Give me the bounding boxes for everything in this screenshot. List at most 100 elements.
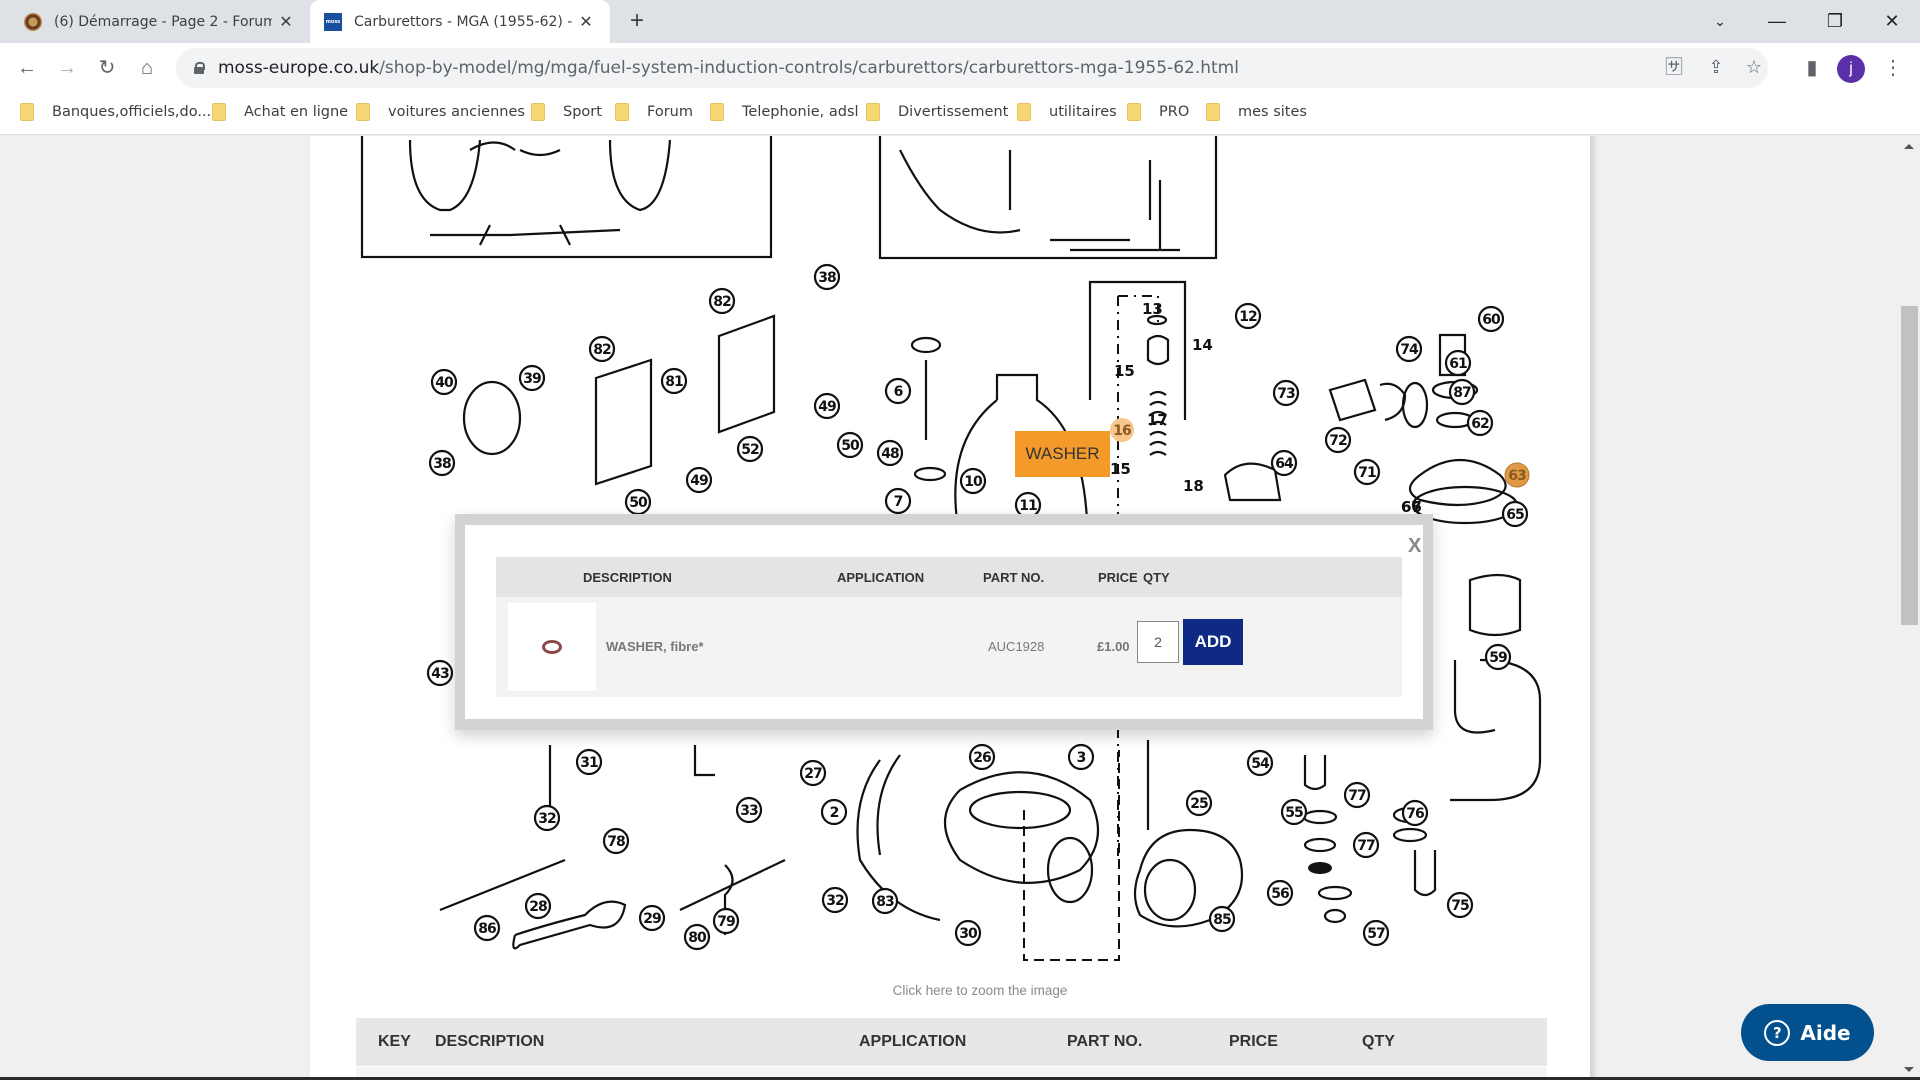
callout-83[interactable]: 83 <box>871 887 899 915</box>
callout-73[interactable]: 73 <box>1272 379 1300 407</box>
callout-32[interactable]: 32 <box>821 886 849 914</box>
callout-2[interactable]: 2 <box>820 798 848 826</box>
callout-number-14[interactable]: 14 <box>1192 336 1213 354</box>
callout-27[interactable]: 27 <box>799 759 827 787</box>
callout-43[interactable]: 43 <box>426 659 454 687</box>
scroll-down-arrow-icon[interactable] <box>1904 1067 1914 1072</box>
callout-59[interactable]: 59 <box>1484 643 1512 671</box>
callout-label: 57 <box>1367 926 1385 942</box>
callout-label: 81 <box>665 374 683 390</box>
callout-label: 56 <box>1271 886 1289 902</box>
callout-49[interactable]: 49 <box>685 466 713 494</box>
callout-10[interactable]: 10 <box>959 467 987 495</box>
column-part-no: PART NO. <box>983 570 1045 585</box>
callout-56[interactable]: 56 <box>1266 879 1294 907</box>
callout-64[interactable]: 64 <box>1270 449 1298 477</box>
add-to-cart-button[interactable]: ADD <box>1183 619 1243 665</box>
callout-6[interactable]: 6 <box>884 377 912 405</box>
callout-32[interactable]: 32 <box>533 804 561 832</box>
column-qty: QTY <box>1362 1033 1395 1050</box>
callout-29[interactable]: 29 <box>638 904 666 932</box>
callout-label: 77 <box>1348 788 1366 804</box>
callout-label: 38 <box>433 456 451 472</box>
callout-38[interactable]: 38 <box>813 263 841 291</box>
callout-label: 78 <box>607 834 625 850</box>
callout-30[interactable]: 30 <box>954 919 982 947</box>
callout-label: 73 <box>1277 386 1295 402</box>
callout-85[interactable]: 85 <box>1208 905 1236 933</box>
callout-label: 72 <box>1329 433 1347 449</box>
callout-60[interactable]: 60 <box>1477 305 1505 333</box>
callout-77[interactable]: 77 <box>1343 781 1371 809</box>
callout-40[interactable]: 40 <box>430 368 458 396</box>
zoom-image-link[interactable]: Click here to zoom the image <box>310 983 1650 998</box>
callout-label: 49 <box>690 473 708 489</box>
callout-72[interactable]: 72 <box>1324 426 1352 454</box>
callout-38[interactable]: 38 <box>428 449 456 477</box>
callout-82[interactable]: 82 <box>708 287 736 315</box>
callout-label: 28 <box>529 899 547 915</box>
column-key: KEY <box>378 1033 411 1050</box>
callout-71[interactable]: 71 <box>1353 458 1381 486</box>
callout-50[interactable]: 50 <box>836 431 864 459</box>
callout-82[interactable]: 82 <box>588 335 616 363</box>
callout-74[interactable]: 74 <box>1395 335 1423 363</box>
callout-26[interactable]: 26 <box>968 743 996 771</box>
washer-thumbnail[interactable] <box>508 603 596 691</box>
callout-label: 39 <box>523 371 541 387</box>
callout-52[interactable]: 52 <box>736 435 764 463</box>
callout-label: 49 <box>818 399 836 415</box>
callout-75[interactable]: 75 <box>1446 891 1474 919</box>
callout-49[interactable]: 49 <box>813 392 841 420</box>
callout-label: 11 <box>1019 498 1037 514</box>
callout-33[interactable]: 33 <box>735 796 763 824</box>
callout-25[interactable]: 25 <box>1185 789 1213 817</box>
callout-80[interactable]: 80 <box>683 923 711 951</box>
callout-55[interactable]: 55 <box>1280 798 1308 826</box>
callout-number-15[interactable]: 15 <box>1110 460 1131 478</box>
callout-86[interactable]: 86 <box>473 914 501 942</box>
help-button[interactable]: ? Aide <box>1741 1004 1874 1061</box>
callout-76[interactable]: 76 <box>1401 799 1429 827</box>
callout-number-17[interactable]: 17 <box>1147 411 1168 429</box>
callout-number-13[interactable]: 13 <box>1142 300 1163 318</box>
callout-57[interactable]: 57 <box>1362 919 1390 947</box>
callout-label: 33 <box>740 803 758 819</box>
callout-label: 50 <box>629 495 648 511</box>
callout-label: 52 <box>741 442 759 458</box>
callout-50[interactable]: 50 <box>624 488 652 516</box>
callout-79[interactable]: 79 <box>712 907 740 935</box>
question-circle-icon: ? <box>1764 1019 1791 1046</box>
close-popup-button[interactable]: X <box>1408 535 1421 558</box>
callout-87[interactable]: 87 <box>1448 378 1476 406</box>
callout-65[interactable]: 65 <box>1501 500 1529 528</box>
callout-78[interactable]: 78 <box>602 827 630 855</box>
callout-label: 74 <box>1400 342 1419 358</box>
callout-label: 7 <box>894 494 903 510</box>
callout-7[interactable]: 7 <box>884 487 912 515</box>
callout-label: 83 <box>876 894 894 910</box>
callout-31[interactable]: 31 <box>575 748 603 776</box>
quantity-input[interactable] <box>1137 621 1179 663</box>
callout-63[interactable]: 63 <box>1504 462 1530 488</box>
callout-number-18[interactable]: 18 <box>1183 477 1204 495</box>
callout-61[interactable]: 61 <box>1444 349 1472 377</box>
callout-77[interactable]: 77 <box>1352 831 1380 859</box>
callout-39[interactable]: 39 <box>518 364 546 392</box>
callout-81[interactable]: 81 <box>660 367 688 395</box>
callout-54[interactable]: 54 <box>1246 749 1274 777</box>
callout-12[interactable]: 12 <box>1234 302 1262 330</box>
callout-3[interactable]: 3 <box>1067 743 1095 771</box>
callout-label: 50 <box>841 438 860 454</box>
callout-48[interactable]: 48 <box>876 439 904 467</box>
callout-28[interactable]: 28 <box>524 892 552 920</box>
callout-number-15[interactable]: 15 <box>1114 362 1135 380</box>
callout-16[interactable]: 16 <box>1110 418 1134 442</box>
callout-label: 40 <box>435 375 454 391</box>
callout-62[interactable]: 62 <box>1466 409 1494 437</box>
column-price: PRICE <box>1098 570 1138 585</box>
part-popup-body: X DESCRIPTION APPLICATION PART NO. PRICE… <box>465 525 1423 719</box>
callout-label: 71 <box>1358 465 1376 481</box>
exploded-parts-diagram[interactable]: 3882828140 3938524950 48671011495043131415… <box>0 0 1920 990</box>
callout-label: 61 <box>1449 356 1467 372</box>
